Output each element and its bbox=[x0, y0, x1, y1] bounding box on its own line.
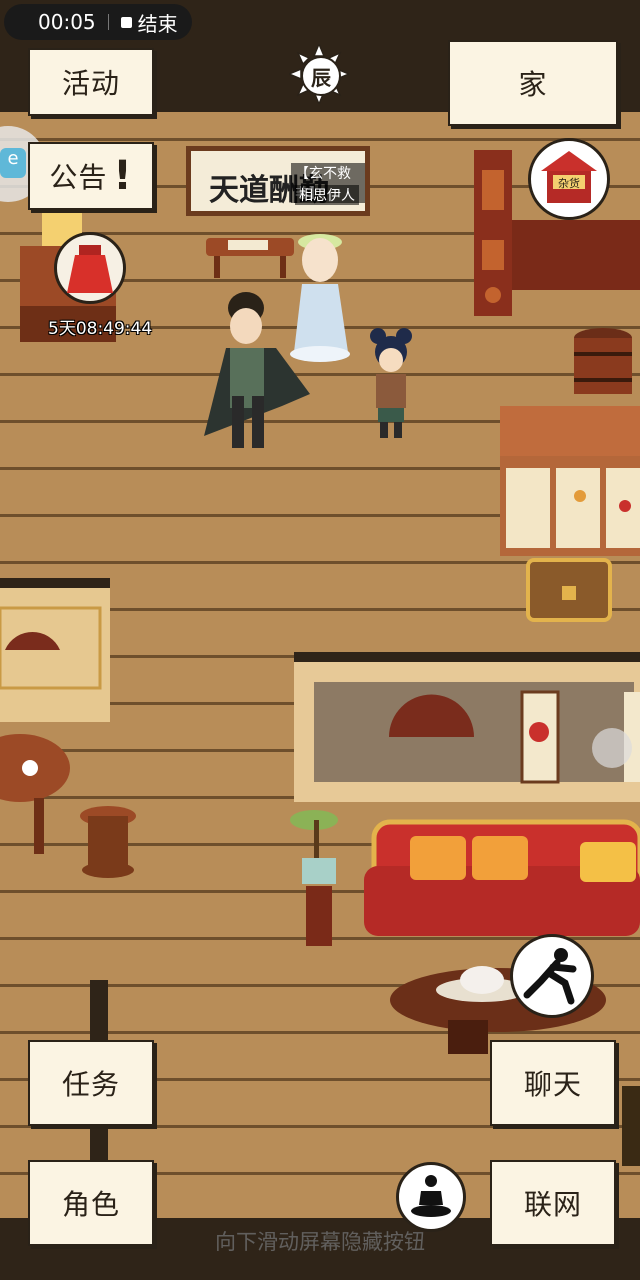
meditate-button[interactable] bbox=[396, 1162, 466, 1232]
task-label: 任务 bbox=[61, 1068, 120, 1101]
home-label: 家 bbox=[518, 68, 548, 101]
shop-stall-icon: 杂货 bbox=[541, 151, 597, 203]
run-button[interactable] bbox=[510, 934, 594, 1018]
gift-bag-button[interactable] bbox=[54, 232, 126, 304]
floating-ball[interactable] bbox=[592, 728, 632, 768]
red-pouch-icon bbox=[67, 245, 113, 293]
lantern bbox=[622, 1086, 640, 1166]
record-end-label: 结束 bbox=[137, 11, 178, 36]
chat-label: 聊天 bbox=[523, 1068, 582, 1101]
folding-screen bbox=[500, 406, 640, 556]
screen-record-pill[interactable]: 00:05 结束 bbox=[4, 4, 192, 40]
notice-label: 公告 bbox=[49, 161, 108, 194]
chat-app-icon: e bbox=[0, 148, 26, 178]
right-room-wall bbox=[294, 652, 640, 802]
activity-label: 活动 bbox=[61, 67, 120, 100]
notice-button[interactable]: 公告 ! bbox=[28, 142, 154, 210]
role-label: 角色 bbox=[61, 1188, 120, 1221]
round-table bbox=[0, 728, 74, 858]
network-label: 联网 bbox=[523, 1188, 582, 1221]
writing-desk bbox=[206, 234, 294, 280]
time-emblem[interactable]: 辰 bbox=[289, 44, 349, 104]
hide-buttons-hint: 向下滑动屏幕隐藏按钮 bbox=[215, 1230, 425, 1254]
stool bbox=[78, 804, 138, 880]
shop-label: 杂货 bbox=[558, 176, 580, 190]
running-man-icon bbox=[523, 948, 577, 1005]
shop-button[interactable]: 杂货 bbox=[528, 138, 610, 220]
exclamation-icon: ! bbox=[113, 153, 133, 199]
child-character[interactable] bbox=[362, 326, 420, 442]
barrel bbox=[572, 328, 634, 400]
player-name-tag: 相思伊人 bbox=[295, 185, 359, 205]
time-char: 辰 bbox=[301, 56, 341, 96]
record-divider bbox=[107, 14, 109, 30]
task-button[interactable]: 任务 bbox=[28, 1040, 154, 1126]
bonsai-stand bbox=[284, 800, 354, 948]
gift-countdown: 5天08:49:44 bbox=[48, 319, 153, 339]
red-sofa bbox=[364, 806, 640, 956]
fan-window-icon bbox=[0, 606, 102, 690]
record-time: 00:05 bbox=[38, 10, 96, 34]
home-button[interactable]: 家 bbox=[448, 40, 618, 126]
treasure-chest[interactable] bbox=[524, 552, 614, 624]
signboard: 天道酬勤 【玄不救非】 相思伊人 bbox=[186, 146, 370, 216]
stop-icon bbox=[120, 16, 132, 28]
left-room-wall bbox=[0, 578, 110, 722]
meditation-icon bbox=[411, 1175, 451, 1217]
female-character[interactable] bbox=[284, 222, 358, 366]
chat-button[interactable]: 聊天 bbox=[490, 1040, 616, 1126]
activity-button[interactable]: 活动 bbox=[28, 48, 154, 116]
